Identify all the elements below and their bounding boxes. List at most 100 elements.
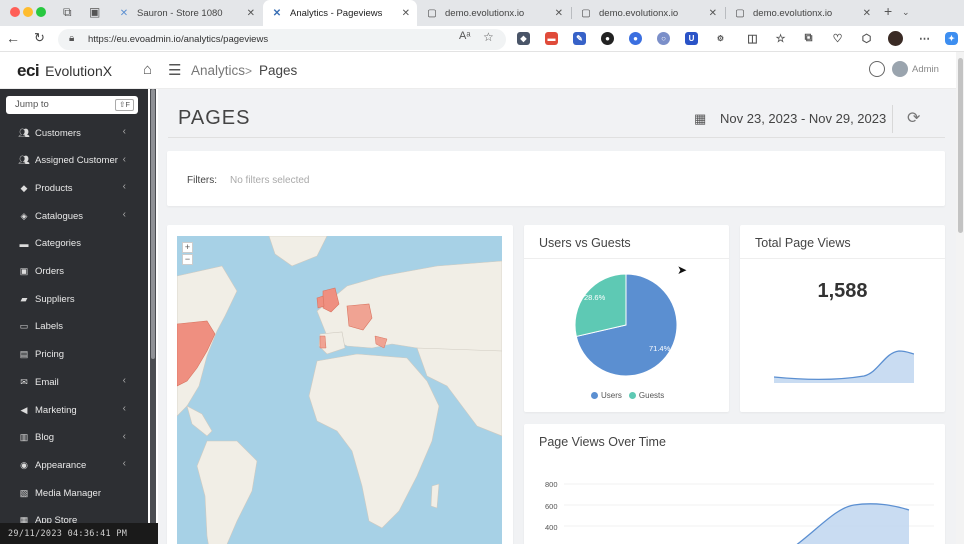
- browser-tab-bar: ⧉ ▣ ✕ Sauron - Store 1080 ✕ ✕ Analytics …: [0, 0, 964, 26]
- label-icon: ▭: [19, 321, 29, 332]
- browser-essentials-icon[interactable]: ♡: [831, 32, 844, 45]
- tab-title: demo.evolutionx.io: [599, 7, 679, 19]
- truck-icon: ▰: [20, 293, 28, 304]
- collections-icon[interactable]: ⧉: [802, 32, 815, 45]
- close-tab-icon[interactable]: ✕: [402, 8, 410, 19]
- split-screen-icon[interactable]: ◫: [746, 32, 759, 45]
- new-tab-icon[interactable]: +: [884, 3, 892, 19]
- sidebar-item-label: Appearance: [35, 459, 87, 471]
- refresh-icon[interactable]: ↻: [34, 30, 45, 46]
- sidebar-item-products[interactable]: ◆ Products ‹: [0, 178, 148, 198]
- extensions-icon[interactable]: ⬡: [860, 32, 873, 45]
- ai-assistant-icon[interactable]: [869, 61, 885, 77]
- tab-analytics-pageviews[interactable]: ✕ Analytics - Pageviews ✕: [263, 0, 417, 26]
- close-tab-icon[interactable]: ✕: [247, 8, 255, 19]
- close-tab-icon[interactable]: ✕: [555, 8, 563, 19]
- sidebar-item-orders[interactable]: ▣ Orders: [0, 262, 148, 282]
- sidebar-item-label: Assigned Customer: [35, 155, 118, 167]
- favorite-star-icon[interactable]: ☆: [483, 30, 494, 44]
- tab-sauron[interactable]: ✕ Sauron - Store 1080 ✕: [110, 0, 262, 26]
- tab-demo-3[interactable]: ▢ demo.evolutionx.io ✕: [726, 0, 878, 26]
- sidebar-item-email[interactable]: ✉ Email ‹: [0, 372, 148, 392]
- circle-extension-icon[interactable]: ○: [657, 32, 670, 45]
- users-icon: 👥︎: [18, 155, 30, 166]
- vertical-tabs-icon[interactable]: ▣: [89, 5, 100, 19]
- address-bar[interactable]: 🔒︎ https://eu.evoadmin.io/analytics/page…: [58, 29, 506, 50]
- portugal-highlight: [319, 335, 327, 349]
- sidebar-scroll-thumb[interactable]: [151, 89, 155, 359]
- map-zoom-out-button[interactable]: −: [182, 254, 193, 265]
- tab-list-chevron-icon[interactable]: ⌄: [902, 7, 910, 18]
- y-tick-label: 800: [545, 480, 558, 489]
- jump-shortcut: ⇧F: [115, 99, 134, 111]
- chevron-left-icon: ‹: [122, 430, 126, 442]
- profile-avatar[interactable]: [888, 31, 903, 46]
- sidebar-item-categories[interactable]: ▬ Categories: [0, 234, 148, 254]
- sidebar-item-label: Categories: [35, 238, 81, 250]
- date-range-picker[interactable]: Nov 23, 2023 - Nov 29, 2023: [720, 111, 886, 126]
- map-zoom-in-button[interactable]: +: [182, 242, 193, 253]
- home-icon[interactable]: ⌂: [143, 61, 152, 78]
- total-page-views-value: 1,588: [817, 280, 868, 302]
- sidebar-item-label: Pricing: [35, 349, 65, 361]
- sidebar-item-marketing[interactable]: ◀ Marketing ‹: [0, 400, 148, 420]
- sidebar-item-suppliers[interactable]: ▰ Suppliers: [0, 289, 148, 309]
- close-tab-icon[interactable]: ✕: [863, 8, 871, 19]
- page-favicon-icon: ▢: [735, 7, 745, 19]
- back-icon[interactable]: ←: [6, 30, 20, 46]
- pie-legend: Users Guests: [591, 391, 664, 400]
- url-text: https://eu.evoadmin.io/analytics/pagevie…: [88, 34, 269, 45]
- sidebar-item-pricing[interactable]: ▤ Pricing: [0, 345, 148, 365]
- user-name[interactable]: Admin: [912, 64, 939, 75]
- sidebar-item-catalogues[interactable]: ◈ Catalogues ‹: [0, 206, 148, 226]
- shield-extension-icon[interactable]: ◆: [517, 32, 530, 45]
- folder-icon: ▬: [19, 238, 29, 249]
- refresh-data-icon[interactable]: ⟳: [907, 108, 920, 128]
- favorites-icon[interactable]: ☆: [774, 32, 787, 45]
- users-vs-guests-pie[interactable]: [574, 273, 678, 377]
- app-header: eci EvolutionX ⌂ ☰ Analytics > Pages Adm…: [0, 52, 956, 89]
- sidebar-item-labels[interactable]: ▭ Labels: [0, 317, 148, 337]
- world-map-svg: [177, 236, 502, 544]
- legend-users[interactable]: Users: [601, 391, 622, 400]
- pie-label-guests: 28.6%: [584, 293, 606, 302]
- page-views-over-time-chart[interactable]: [564, 474, 934, 544]
- pen-extension-icon[interactable]: ✎: [573, 32, 586, 45]
- sidebar-item-customers[interactable]: 👥︎ Customers ‹: [0, 123, 148, 143]
- breadcrumb-analytics[interactable]: Analytics: [191, 63, 245, 78]
- tab-demo-2[interactable]: ▢ demo.evolutionx.io ✕: [572, 0, 724, 26]
- sidebar-item-assigned-customer[interactable]: 👥︎ Assigned Customer ‹: [0, 151, 148, 171]
- image-icon: ▧: [19, 487, 29, 498]
- more-menu-icon[interactable]: ⋯: [918, 32, 931, 45]
- user-avatar[interactable]: [892, 61, 908, 77]
- chevron-left-icon: ‹: [122, 181, 126, 193]
- legend-guests[interactable]: Guests: [639, 391, 664, 400]
- page-favicon-icon: ▢: [427, 7, 437, 19]
- close-tab-icon[interactable]: ✕: [709, 8, 717, 19]
- sidebar-item-label: Marketing: [35, 404, 77, 416]
- sidebar-item-media-manager[interactable]: ▧ Media Manager: [0, 483, 148, 503]
- hamburger-menu-icon[interactable]: ☰: [168, 61, 181, 79]
- dark-extension-icon[interactable]: ●: [601, 32, 614, 45]
- close-window-button[interactable]: [10, 7, 20, 17]
- tab-groups-icon[interactable]: ⧉: [63, 5, 72, 20]
- calendar-icon[interactable]: ▦: [694, 111, 706, 127]
- page-scroll-thumb[interactable]: [958, 58, 963, 233]
- jump-to-input[interactable]: Jump to ⇧F: [6, 96, 138, 114]
- maximize-window-button[interactable]: [36, 7, 46, 17]
- filters-value[interactable]: No filters selected: [230, 175, 309, 186]
- copilot-icon[interactable]: ✦: [945, 32, 958, 45]
- screenshot-timestamp: 29/11/2023 04:36:41 PM: [0, 523, 158, 544]
- puzzle-extension-icon[interactable]: ⚙: [714, 32, 727, 45]
- pie-slice-guests[interactable]: [574, 273, 627, 338]
- minimize-window-button[interactable]: [23, 7, 33, 17]
- u-extension-icon[interactable]: U: [685, 32, 698, 45]
- app-logo[interactable]: eci EvolutionX: [17, 61, 112, 81]
- world-map[interactable]: + −: [177, 236, 502, 544]
- tab-demo-1[interactable]: ▢ demo.evolutionx.io ✕: [418, 0, 570, 26]
- sidebar-item-blog[interactable]: ▥ Blog ‹: [0, 428, 148, 448]
- sidebar-item-appearance[interactable]: ◉ Appearance ‹: [0, 455, 148, 475]
- red-extension-icon[interactable]: ▬: [545, 32, 558, 45]
- read-aloud-icon[interactable]: Aᵃ: [459, 30, 470, 42]
- blue-extension-icon[interactable]: ●: [629, 32, 642, 45]
